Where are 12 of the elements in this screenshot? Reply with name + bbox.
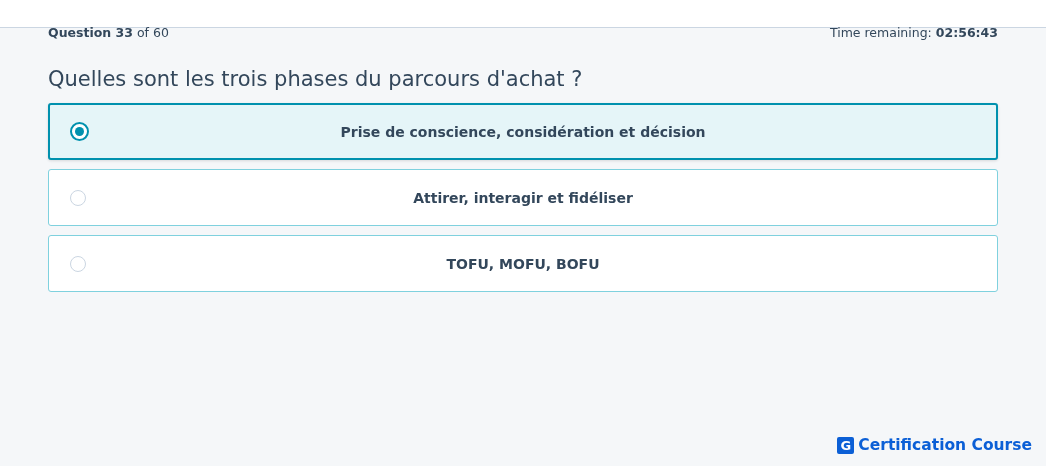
answer-option[interactable]: Attirer, interagir et fidéliser [48,169,998,226]
question-text: Quelles sont les trois phases du parcours d'achat ? [48,66,584,93]
answer-option[interactable]: Prise de conscience, considération et décision [48,103,998,160]
option-label: Attirer, interagir et fidéliser [413,189,633,206]
time-remaining: Time remaining: 02:56:43 [829,26,998,40]
question-counter: Question 33 of 60 [48,26,169,40]
logo-icon: G [837,436,855,454]
brand-name: Certification Course [858,436,1032,454]
option-label: TOFU, MOFU, BOFU [446,255,600,272]
answer-option[interactable]: TOFU, MOFU, BOFU [48,235,998,292]
radio-button[interactable] [70,122,89,141]
option-label: Prise de conscience, considération et décision [340,123,706,140]
